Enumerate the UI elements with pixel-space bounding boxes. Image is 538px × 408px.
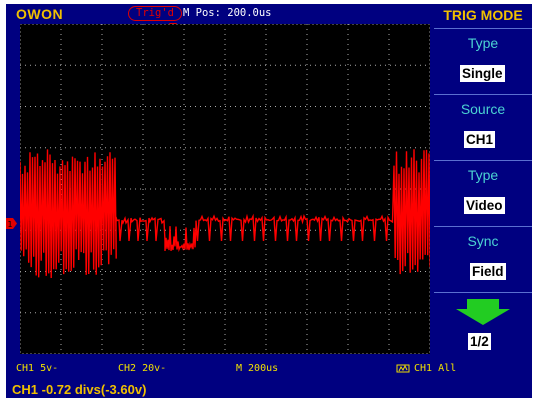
ch1-waveform-trace xyxy=(20,24,430,354)
menu-item-label: Type xyxy=(434,35,532,51)
horizontal-position-readout: M Pos: 200.0us xyxy=(183,6,272,20)
page-down-arrow-icon xyxy=(434,299,532,329)
ch2-scale-readout: CH2 20v- xyxy=(118,360,166,378)
trigger-coupling-icon xyxy=(396,360,410,378)
waveform-display xyxy=(20,24,430,354)
menu-item-sync[interactable]: Sync Field xyxy=(434,226,532,291)
menu-title: TRIG MODE xyxy=(434,4,532,24)
menu-item-label: Sync xyxy=(434,233,532,249)
timebase-readout: M 200us xyxy=(236,360,278,378)
side-menu: TRIG MODE Type Single Source CH1 Type Vi… xyxy=(434,4,532,360)
svg-text:1: 1 xyxy=(8,220,13,229)
menu-item-type[interactable]: Type Single xyxy=(434,28,532,93)
channel-info-bar: CH1 5v- CH2 20v- M 200us CH1 All xyxy=(6,360,532,378)
trigger-status-badge: Trig'd xyxy=(128,6,182,21)
menu-item-value: CH1 xyxy=(464,131,495,148)
menu-item-label: Type xyxy=(434,167,532,183)
menu-page-button[interactable]: 1/2 xyxy=(434,292,532,359)
menu-item-value: Field xyxy=(470,263,506,280)
ch1-waveform-path xyxy=(20,149,430,278)
ch1-scale-readout: CH1 5v- xyxy=(16,360,58,378)
ch1-level-marker-icon: 1 xyxy=(6,214,17,225)
menu-item-value: Single xyxy=(460,65,505,82)
menu-item-trigger-type[interactable]: Type Video xyxy=(434,160,532,225)
brand-logo: OWON xyxy=(16,6,63,22)
menu-item-label: Source xyxy=(434,101,532,117)
oscilloscope-frame: OWON Trig'd M Pos: 200.0us 1 TRIG MODE T… xyxy=(6,4,532,398)
cursor-status-readout: CH1 -0.72 divs(-3.60v) xyxy=(12,382,146,397)
trigger-source-readout: CH1 All xyxy=(414,360,456,378)
menu-item-source[interactable]: Source CH1 xyxy=(434,94,532,159)
menu-item-value: Video xyxy=(464,197,505,214)
menu-page-indicator: 1/2 xyxy=(468,333,491,350)
